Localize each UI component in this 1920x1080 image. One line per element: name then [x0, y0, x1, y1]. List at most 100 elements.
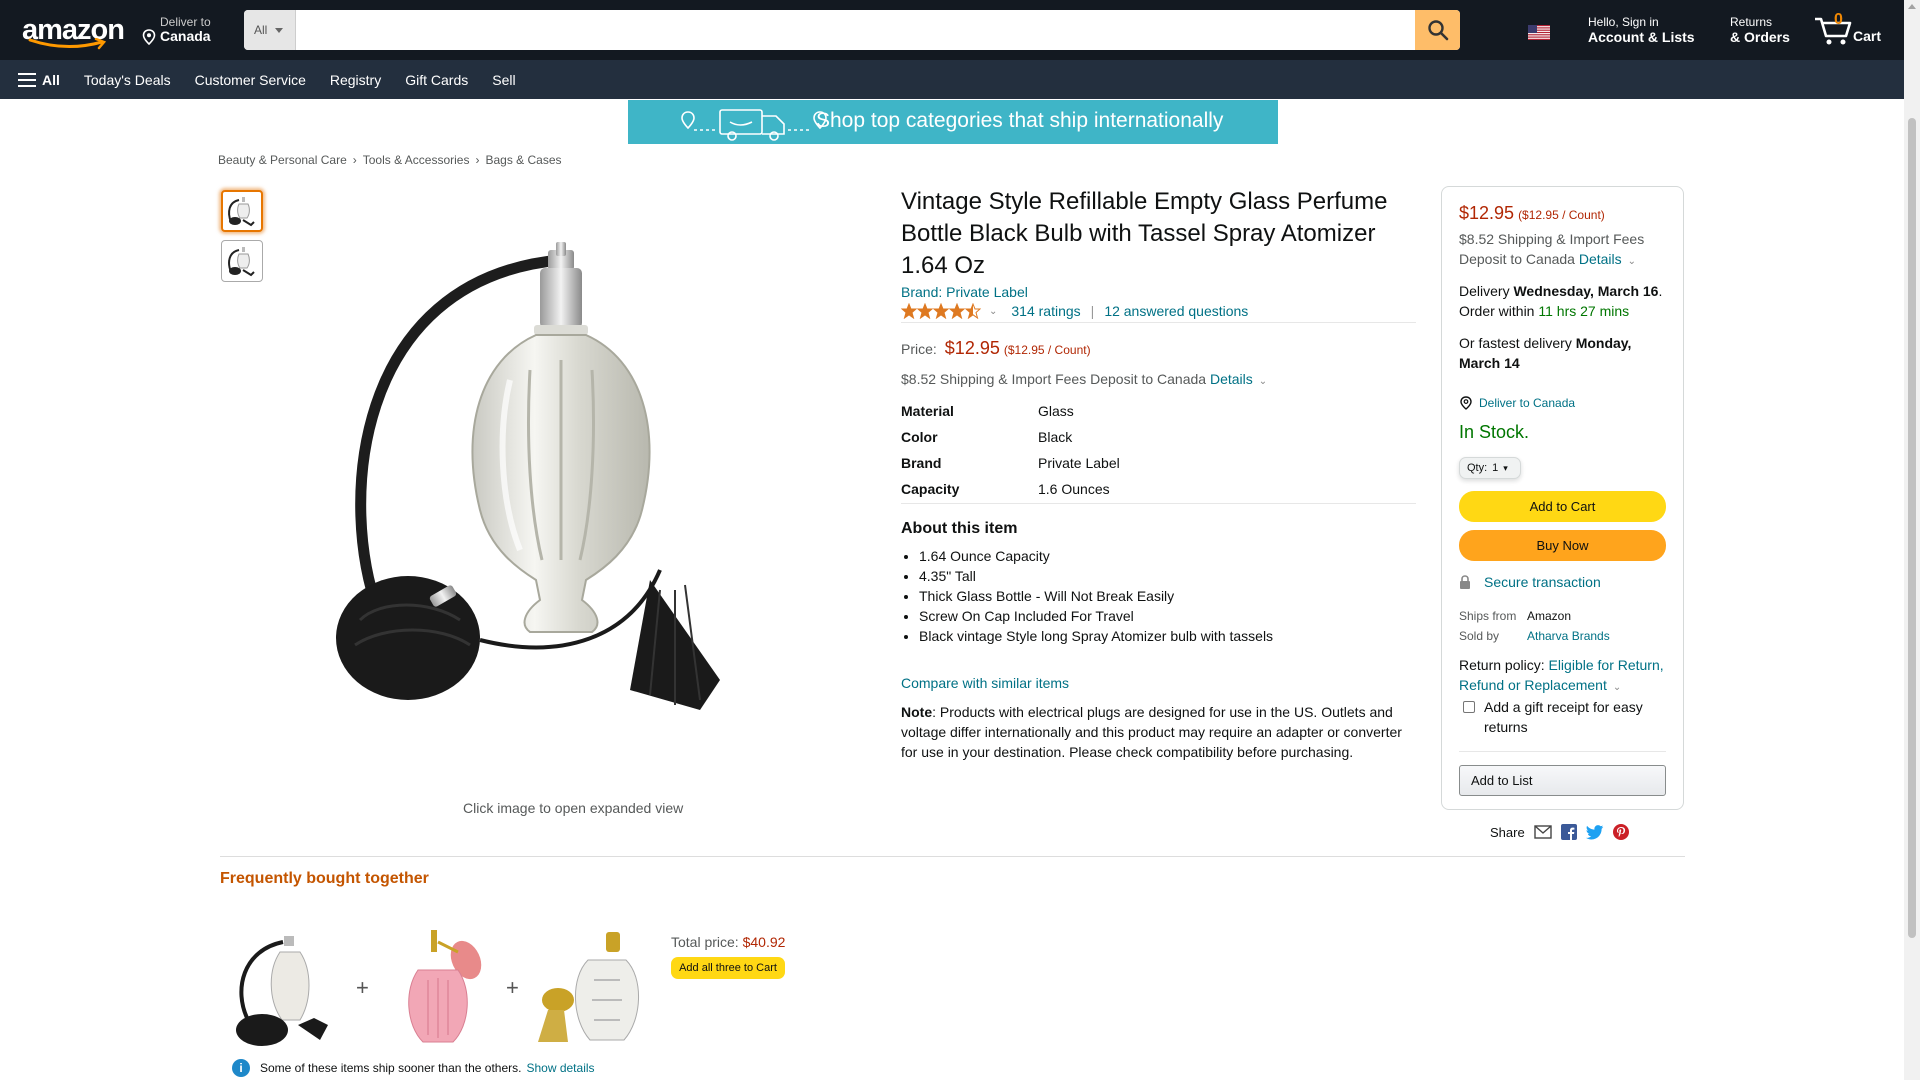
- main-product-image[interactable]: [330, 240, 810, 750]
- info-icon: i: [232, 1059, 250, 1077]
- unit-price: ($12.95 / Count): [1003, 343, 1091, 357]
- quantity-select[interactable]: Qty: 1 ▾: [1459, 457, 1521, 479]
- spec-key: Brand: [901, 455, 942, 471]
- qty-value: 1: [1492, 462, 1499, 474]
- add-to-list-button[interactable]: Add to List: [1459, 765, 1666, 796]
- fbt-plus-sign: +: [506, 975, 519, 1000]
- fbt-product-image-3[interactable]: [528, 930, 648, 1050]
- spec-row: Material Glass: [901, 398, 1120, 424]
- sold-by-label: Sold by: [1459, 629, 1500, 643]
- amazon-logo[interactable]: amazon: [20, 12, 125, 50]
- account-lists-menu[interactable]: Hello, Sign in Account & Lists: [1588, 15, 1695, 45]
- search-button[interactable]: [1415, 10, 1460, 50]
- thumbnail-2[interactable]: [221, 240, 263, 282]
- cart-icon: [1815, 17, 1852, 45]
- seller-link[interactable]: Atharva Brands: [1527, 626, 1610, 646]
- cart-button[interactable]: 0 Cart: [1814, 10, 1884, 50]
- banner-text: Shop top categories that ship internatio…: [816, 109, 1224, 132]
- spec-value: Private Label: [1038, 455, 1120, 471]
- breadcrumb-item[interactable]: Tools & Accessories: [363, 153, 470, 167]
- star-rating-icon: [901, 303, 981, 319]
- add-to-cart-button[interactable]: Add to Cart: [1459, 491, 1666, 522]
- nav-sell[interactable]: Sell: [492, 72, 515, 88]
- deliver-to-selector[interactable]: Deliver to Canada: [140, 15, 211, 45]
- scroll-thumb[interactable]: [1908, 118, 1916, 938]
- ships-from-label: Ships from: [1459, 609, 1517, 623]
- buybox-fee-line1: $8.52 Shipping & Import Fees: [1459, 231, 1645, 247]
- search-input[interactable]: [296, 10, 1415, 50]
- perfume-bottle-thumb-icon: [228, 197, 255, 227]
- fbt-product-image-2[interactable]: [378, 930, 498, 1050]
- divider: [901, 322, 1416, 323]
- breadcrumb-item[interactable]: Bags & Cases: [485, 153, 561, 167]
- email-icon[interactable]: [1534, 825, 1552, 839]
- returns-orders-link[interactable]: Returns & Orders: [1730, 15, 1790, 45]
- spec-key: Material: [901, 403, 954, 419]
- compare-similar-link[interactable]: Compare with similar items: [901, 675, 1069, 691]
- breadcrumb: Beauty & Personal Care › Tools & Accesso…: [218, 153, 562, 167]
- rating-row: ⌄ 314 ratings | 12 answered questions: [901, 303, 1248, 319]
- about-bullet: Screw On Cap Included For Travel: [919, 606, 1273, 626]
- chevron-down-icon: ▾: [1503, 462, 1508, 473]
- ratings-count-link[interactable]: 314 ratings: [1011, 303, 1080, 319]
- chevron-down-icon[interactable]: ⌄: [989, 306, 997, 317]
- gift-receipt-checkbox[interactable]: [1463, 701, 1475, 713]
- gift-receipt-option[interactable]: Add a gift receipt for easy returns: [1463, 697, 1673, 737]
- search-category-dropdown[interactable]: All: [244, 10, 296, 50]
- about-heading: About this item: [901, 520, 1018, 537]
- shipping-details-link[interactable]: Details: [1210, 371, 1253, 387]
- spec-key: Color: [901, 429, 938, 445]
- account-label: Account & Lists: [1588, 29, 1695, 45]
- fastest-prefix: Or fastest delivery: [1459, 335, 1576, 351]
- perfume-bottle-thumb-icon: [228, 247, 255, 277]
- nav-todays-deals[interactable]: Today's Deals: [84, 72, 171, 88]
- divider: [901, 503, 1416, 504]
- thumbnail-1[interactable]: [221, 190, 263, 232]
- deliver-to-link[interactable]: Deliver to Canada: [1459, 396, 1575, 410]
- buybox-price-row: $12.95 ($12.95 / Count): [1459, 203, 1605, 224]
- secure-transaction-link[interactable]: Secure transaction: [1459, 574, 1601, 590]
- buybox-fee-line2: Deposit to Canada: [1459, 251, 1575, 267]
- facebook-icon[interactable]: [1560, 824, 1577, 840]
- nav-registry[interactable]: Registry: [330, 72, 381, 88]
- answered-questions-link[interactable]: 12 answered questions: [1104, 303, 1248, 319]
- nav-customer-service[interactable]: Customer Service: [195, 72, 306, 88]
- page-scrollbar[interactable]: [1904, 0, 1920, 1080]
- secure-transaction-text: Secure transaction: [1484, 574, 1601, 590]
- account-greeting: Hello, Sign in: [1588, 15, 1659, 29]
- fbt-plus-sign: +: [356, 975, 369, 1000]
- chevron-down-icon[interactable]: ⌄: [1259, 376, 1267, 387]
- all-menu-button[interactable]: All: [18, 72, 60, 88]
- product-specs-table: Material Glass Color Black Brand Private La…: [901, 398, 1120, 502]
- add-all-three-button[interactable]: Add all three to Cart: [671, 957, 785, 979]
- buy-now-button[interactable]: Buy Now: [1459, 530, 1666, 561]
- star-rating[interactable]: [901, 303, 981, 319]
- twitter-icon[interactable]: [1585, 824, 1604, 840]
- scroll-up-arrow-icon[interactable]: [1908, 4, 1916, 9]
- chevron-down-icon[interactable]: ⌄: [1613, 682, 1621, 693]
- pinterest-icon[interactable]: [1612, 824, 1629, 840]
- delivery-dot: .: [1658, 283, 1663, 299]
- product-price: $12.95: [944, 338, 1000, 358]
- buybox-details-link[interactable]: Details: [1579, 251, 1622, 267]
- fbt-info-text: Some of these items ship sooner than the…: [260, 1061, 522, 1075]
- top-navbar: amazon Deliver to Canada All Hello, Sign…: [0, 0, 1904, 60]
- cart-count: 0: [1834, 11, 1843, 28]
- brand-link[interactable]: Brand: Private Label: [901, 284, 1028, 300]
- orders-label: & Orders: [1730, 29, 1790, 45]
- nav-gift-cards[interactable]: Gift Cards: [405, 72, 468, 88]
- fbt-product-image-1[interactable]: [228, 930, 348, 1050]
- deliver-small-text: Deliver to: [160, 15, 211, 29]
- smile-arrow-icon: [28, 38, 107, 50]
- international-shipping-banner[interactable]: Shop top categories that ship internatio…: [628, 100, 1278, 144]
- delivery-prefix: Delivery: [1459, 283, 1514, 299]
- about-list: 1.64 Ounce Capacity 4.35" Tall Thick Gla…: [919, 546, 1273, 646]
- show-details-link[interactable]: Show details: [526, 1061, 594, 1075]
- us-flag-icon[interactable]: [1528, 25, 1550, 40]
- deliver-to-text: Deliver to Canada: [1479, 396, 1576, 410]
- buybox-unit-price: ($12.95 / Count): [1518, 208, 1605, 222]
- chevron-right-icon: ›: [352, 153, 357, 167]
- electrical-note: Note: Products with electrical plugs are…: [901, 702, 1411, 762]
- chevron-down-icon[interactable]: ⌄: [1628, 256, 1636, 267]
- breadcrumb-item[interactable]: Beauty & Personal Care: [218, 153, 347, 167]
